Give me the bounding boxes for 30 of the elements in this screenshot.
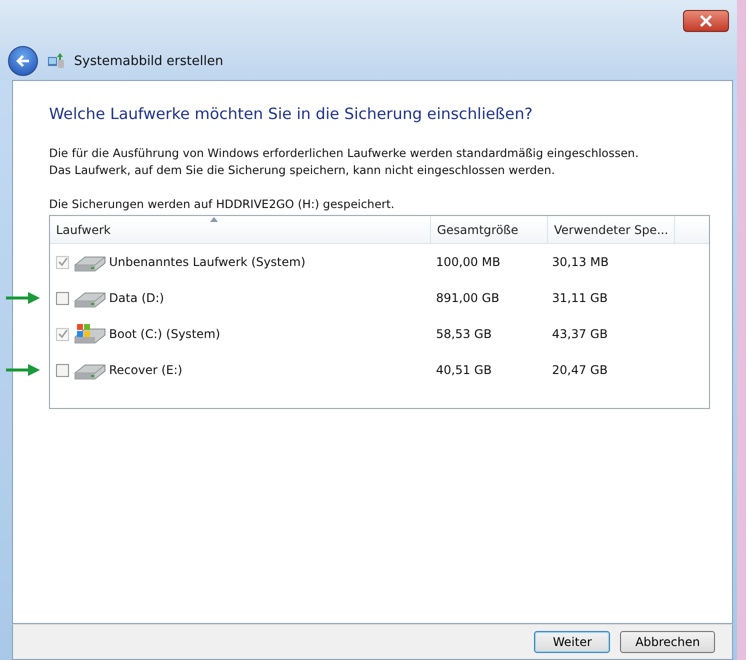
heading: Welche Laufwerke möchten Sie in die Sicherung einschließen? — [49, 105, 534, 123]
description-line: Das Laufwerk, auf dem Sie die Sicherung speichern, kann nicht eingeschlossen werden. — [49, 162, 556, 179]
window-title: Systemabbild erstellen — [74, 54, 224, 68]
computer-icon — [46, 51, 66, 71]
close-button[interactable] — [683, 10, 729, 32]
table-cell: 40,51 GB — [436, 363, 492, 377]
checkbox[interactable] — [56, 292, 69, 304]
table-cell: 20,47 GB — [552, 363, 608, 377]
column-header[interactable]: Gesamtgröße — [431, 216, 548, 243]
dialog-button[interactable]: Weiter — [534, 631, 610, 653]
drive-name: Unbenanntes Laufwerk (System) — [109, 255, 306, 269]
table-cell: 43,37 GB — [552, 327, 608, 341]
back-button[interactable] — [8, 46, 38, 76]
column-header[interactable]: Laufwerk — [50, 216, 431, 243]
table-cell: 891,00 GB — [436, 291, 500, 305]
drive-name: Recover (E:) — [109, 363, 182, 377]
close-icon — [699, 15, 713, 27]
column-header[interactable]: Verwendeter Spe... — [548, 216, 675, 243]
drive-name: Data (D:) — [109, 291, 164, 305]
sort-icon — [210, 217, 218, 222]
dialog-button[interactable]: Abbrechen — [620, 631, 715, 653]
table-cell: 30,13 MB — [552, 255, 609, 269]
destination-text: Die Sicherungen werden auf HDDRIVE2GO (H:) gespeichert. — [49, 197, 396, 211]
drive-name: Boot (C:) (System) — [109, 327, 220, 341]
table-cell: 31,11 GB — [552, 291, 608, 305]
windows-drive-icon — [73, 323, 107, 345]
checkbox[interactable] — [56, 364, 69, 376]
description-line: Die für die Ausführung von Windows erforderlichen Laufwerke werden standardmäßig eingeschlossen. — [49, 145, 640, 162]
table-cell: 100,00 MB — [436, 255, 500, 269]
table-cell: 58,53 GB — [436, 327, 492, 341]
